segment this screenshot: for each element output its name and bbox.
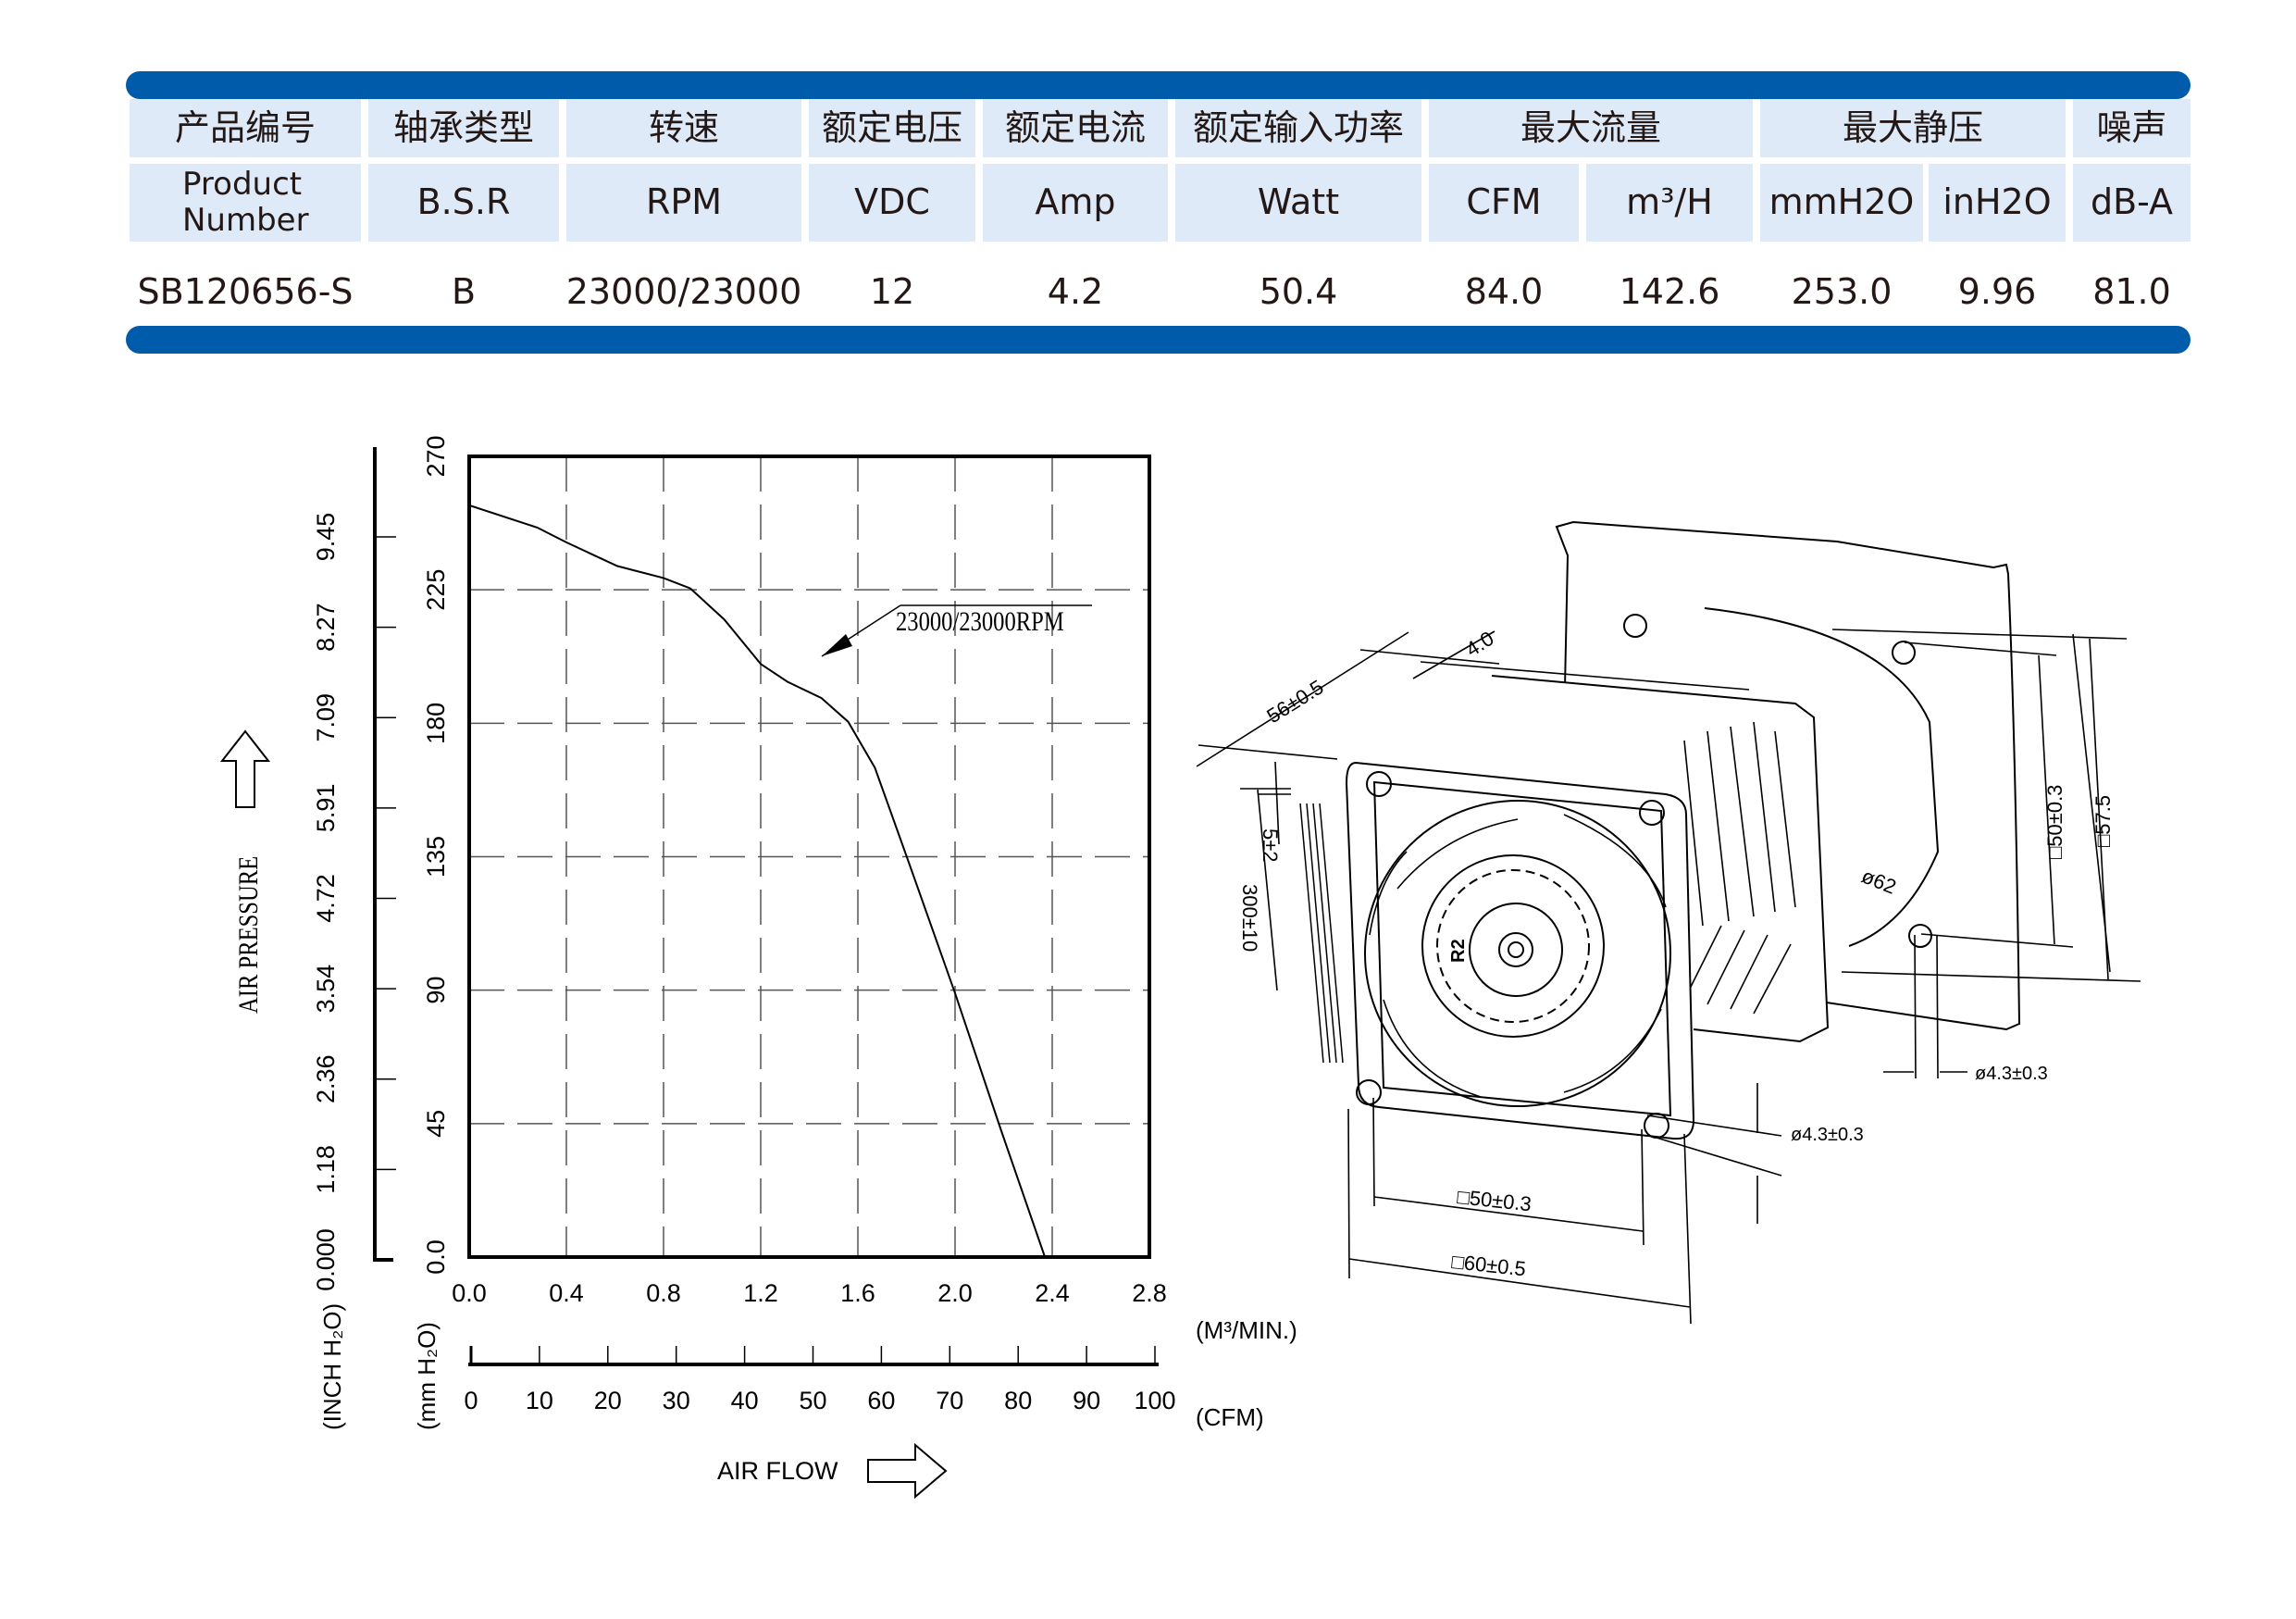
lead-wires (1299, 803, 1344, 1064)
fan-dimension-drawing: R2 56±0.5 4.0 5±2 300±10 ø62 □50±0.3 □57… (1196, 520, 2141, 1325)
dim-front-hole-pitch: □50±0.3 (1456, 1185, 1533, 1215)
hub-mark-r2: R2 (1448, 939, 1469, 963)
dim-depth: 56±0.5 (1262, 675, 1327, 728)
dim-rear-hole-dia: ø4.3±0.3 (1975, 1064, 2048, 1084)
dim-rear-plate: □57.5 (2091, 795, 2115, 847)
dim-lead-strip: 5±2 (1259, 828, 1282, 863)
dim-front-frame: □60±0.5 (1450, 1250, 1527, 1280)
dim-lead-length: 300±10 (1238, 884, 1261, 952)
dim-front-hole-dia: ø4.3±0.3 (1791, 1125, 1864, 1145)
dim-rear-hole-pitch: □50±0.3 (2043, 785, 2066, 859)
